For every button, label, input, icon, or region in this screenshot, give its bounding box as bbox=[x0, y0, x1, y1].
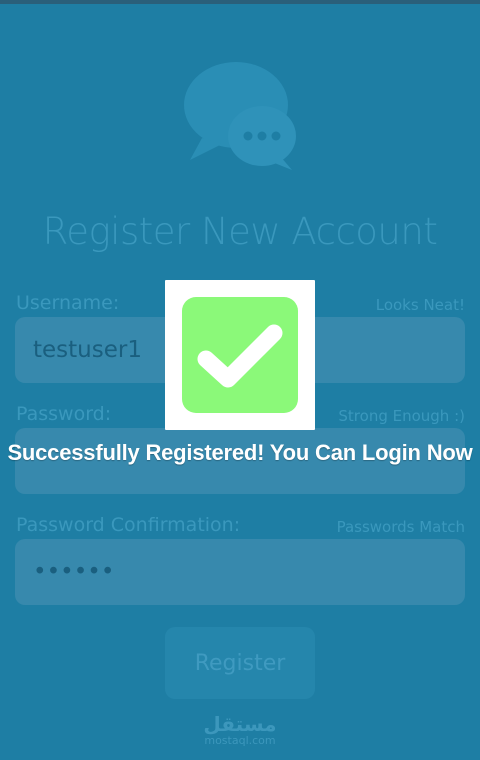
confirm-value: •••••• bbox=[33, 559, 115, 585]
confirm-label: Password Confirmation: bbox=[16, 514, 241, 536]
status-bar bbox=[0, 0, 480, 4]
confirm-input[interactable]: •••••• bbox=[15, 539, 465, 605]
success-toast bbox=[165, 280, 315, 430]
toast-message: Successfully Registered! You Can Login N… bbox=[7, 440, 473, 465]
register-button[interactable]: Register bbox=[165, 627, 315, 699]
password-label: Password: bbox=[16, 403, 112, 425]
confirm-status: Passwords Match bbox=[336, 518, 465, 536]
password-status: Strong Enough :) bbox=[338, 407, 465, 425]
watermark-url: mostaql.com bbox=[204, 734, 276, 747]
username-value: testuser1 bbox=[33, 337, 142, 363]
watermark-logo: مستقل bbox=[203, 712, 277, 736]
username-status: Looks Neat! bbox=[375, 296, 465, 314]
username-label: Username: bbox=[16, 292, 120, 314]
page-title: Register New Account bbox=[42, 210, 438, 253]
checkmark-icon bbox=[182, 297, 298, 413]
chat-bubbles-icon bbox=[184, 62, 296, 170]
